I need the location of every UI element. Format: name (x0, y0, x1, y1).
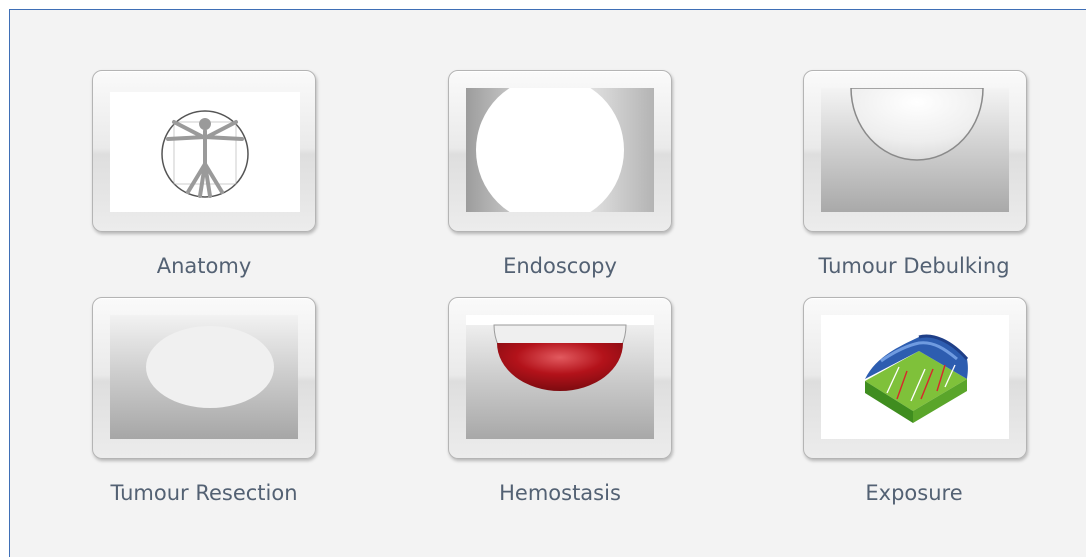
tile-frame[interactable] (448, 297, 672, 459)
tile-anatomy[interactable]: Anatomy (84, 70, 324, 280)
blood-pool-icon (466, 315, 654, 439)
tile-label[interactable]: Exposure (794, 481, 1034, 505)
tile-frame[interactable] (448, 70, 672, 232)
tissue-exposure-icon (821, 315, 1009, 439)
tile-tumour-resection[interactable]: Tumour Resection (84, 297, 324, 507)
tile-label[interactable]: Hemostasis (440, 481, 680, 505)
resection-oval-icon (110, 315, 298, 439)
tile-frame[interactable] (803, 297, 1027, 459)
endoscope-view-icon (466, 88, 654, 212)
vitruvian-man-icon (110, 92, 300, 212)
tile-frame[interactable] (803, 70, 1027, 232)
tile-frame[interactable] (92, 297, 316, 459)
tile-label[interactable]: Endoscopy (440, 254, 680, 278)
module-panel: Anatomy Endoscopy Tumour Debulking Tumou… (9, 9, 1086, 557)
tile-hemostasis[interactable]: Hemostasis (440, 297, 680, 507)
tile-endoscopy[interactable]: Endoscopy (440, 70, 680, 280)
tile-frame[interactable] (92, 70, 316, 232)
tile-label[interactable]: Tumour Resection (84, 481, 324, 505)
tile-tumour-debulking[interactable]: Tumour Debulking (794, 70, 1034, 280)
tile-label[interactable]: Tumour Debulking (794, 254, 1034, 278)
tile-label[interactable]: Anatomy (84, 254, 324, 278)
tile-exposure[interactable]: Exposure (794, 297, 1034, 507)
debulking-cavity-icon (821, 88, 1009, 212)
